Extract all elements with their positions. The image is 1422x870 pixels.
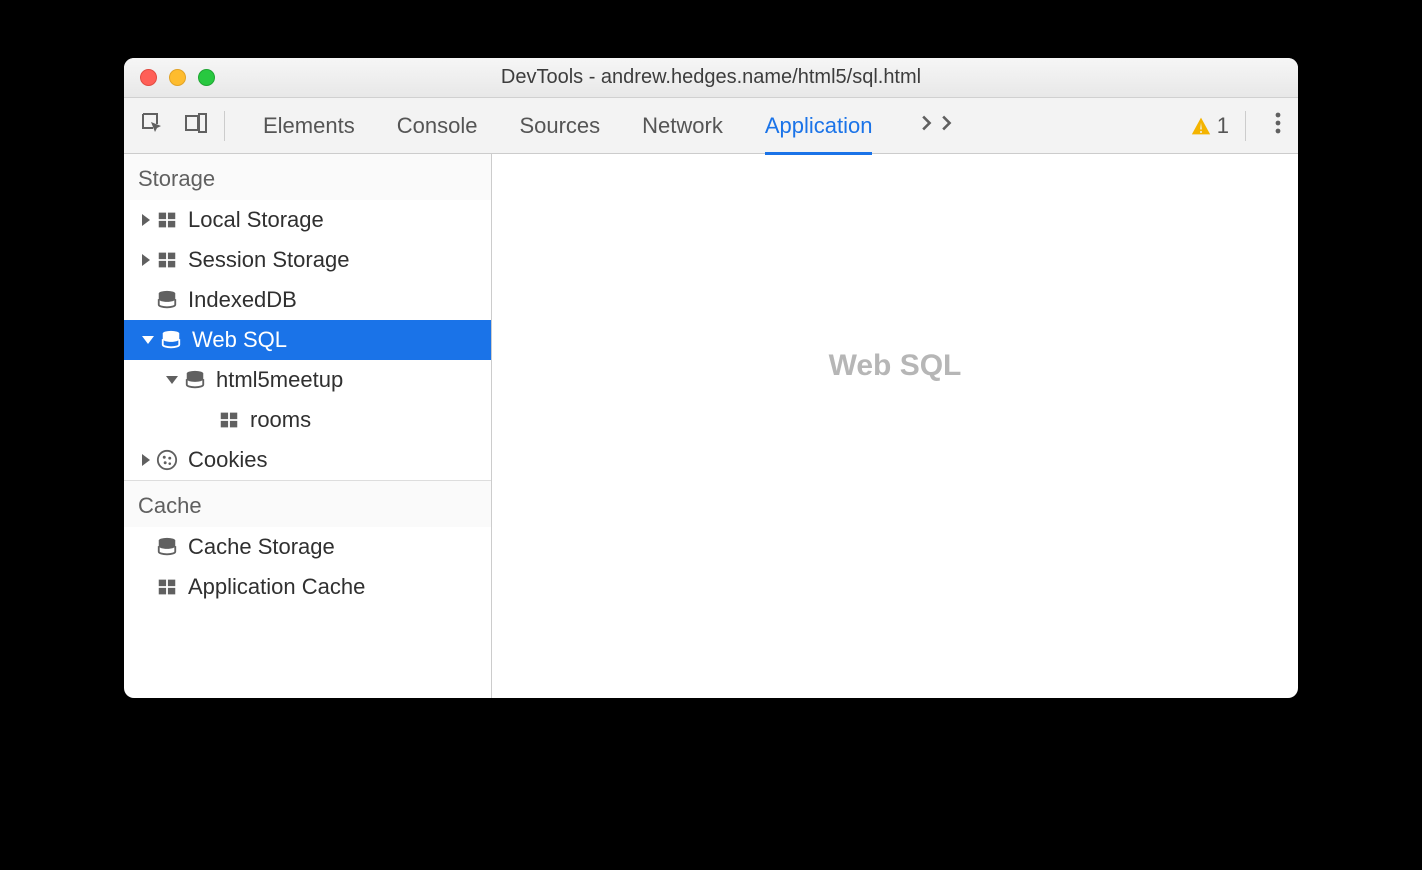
- tree-item-local-storage[interactable]: Local Storage: [124, 200, 491, 240]
- tree-item-label: IndexedDB: [188, 287, 297, 313]
- database-icon: [156, 289, 178, 311]
- window-title: DevTools - andrew.hedges.name/html5/sql.…: [124, 66, 1298, 89]
- sidebar-section-storage: Storage Local Storage Session Storage In…: [124, 154, 491, 480]
- tab-network[interactable]: Network: [642, 100, 723, 155]
- grid-icon: [156, 576, 178, 598]
- tree-item-session-storage[interactable]: Session Storage: [124, 240, 491, 280]
- tree-item-web-sql[interactable]: Web SQL: [124, 320, 491, 360]
- chevron-down-icon: [166, 376, 178, 384]
- cookie-icon: [156, 449, 178, 471]
- tree-item-label: Cache Storage: [188, 534, 335, 560]
- database-icon: [184, 369, 206, 391]
- tab-application[interactable]: Application: [765, 100, 873, 155]
- inspect-device-group: [140, 111, 225, 141]
- inspect-element-icon[interactable]: [140, 111, 164, 140]
- tree-item-application-cache[interactable]: Application Cache: [124, 567, 491, 607]
- content-pane: Web SQL: [492, 154, 1298, 698]
- chevron-right-icon: [142, 214, 150, 226]
- maximize-button[interactable]: [198, 69, 215, 86]
- section-header-storage: Storage: [124, 154, 491, 200]
- tab-console[interactable]: Console: [397, 100, 478, 155]
- tree-item-label: Session Storage: [188, 247, 349, 273]
- window-controls: [124, 69, 215, 86]
- tree-item-indexeddb[interactable]: IndexedDB: [124, 280, 491, 320]
- content-placeholder: Web SQL: [829, 349, 962, 383]
- settings-menu-button[interactable]: [1260, 110, 1282, 142]
- chevron-right-icon: [142, 454, 150, 466]
- tree-item-label: Local Storage: [188, 207, 324, 233]
- tree-item-label: Web SQL: [192, 327, 287, 353]
- tree-item-cookies[interactable]: Cookies: [124, 440, 491, 480]
- warnings-count: 1: [1217, 113, 1229, 139]
- tree-item-web-sql-database[interactable]: html5meetup: [124, 360, 491, 400]
- close-button[interactable]: [140, 69, 157, 86]
- tree-item-label: Cookies: [188, 447, 267, 473]
- section-header-cache: Cache: [124, 481, 491, 527]
- chevron-down-icon: [142, 336, 154, 344]
- tree-item-label: rooms: [250, 407, 311, 433]
- tree-item-label: html5meetup: [216, 367, 343, 393]
- grid-icon: [156, 209, 178, 231]
- tree-item-web-sql-table[interactable]: rooms: [124, 400, 491, 440]
- database-icon: [156, 536, 178, 558]
- devtools-body: Storage Local Storage Session Storage In…: [124, 154, 1298, 698]
- tab-sources[interactable]: Sources: [519, 100, 600, 155]
- warnings-badge[interactable]: 1: [1175, 111, 1246, 141]
- devtools-toolbar: Elements Console Sources Network Applica…: [124, 98, 1298, 154]
- device-toolbar-icon[interactable]: [184, 111, 208, 140]
- database-icon: [160, 329, 182, 351]
- sidebar-section-cache: Cache Cache Storage Application Cache: [124, 480, 491, 607]
- tree-item-cache-storage[interactable]: Cache Storage: [124, 527, 491, 567]
- grid-icon: [156, 249, 178, 271]
- tab-elements[interactable]: Elements: [263, 100, 355, 155]
- grid-icon: [218, 409, 240, 431]
- application-sidebar: Storage Local Storage Session Storage In…: [124, 154, 492, 698]
- tree-item-label: Application Cache: [188, 574, 365, 600]
- minimize-button[interactable]: [169, 69, 186, 86]
- chevron-right-icon: [142, 254, 150, 266]
- panel-tabs: Elements Console Sources Network Applica…: [263, 98, 956, 153]
- devtools-window: DevTools - andrew.hedges.name/html5/sql.…: [124, 58, 1298, 698]
- more-tabs-button[interactable]: [914, 110, 955, 141]
- window-titlebar: DevTools - andrew.hedges.name/html5/sql.…: [124, 58, 1298, 98]
